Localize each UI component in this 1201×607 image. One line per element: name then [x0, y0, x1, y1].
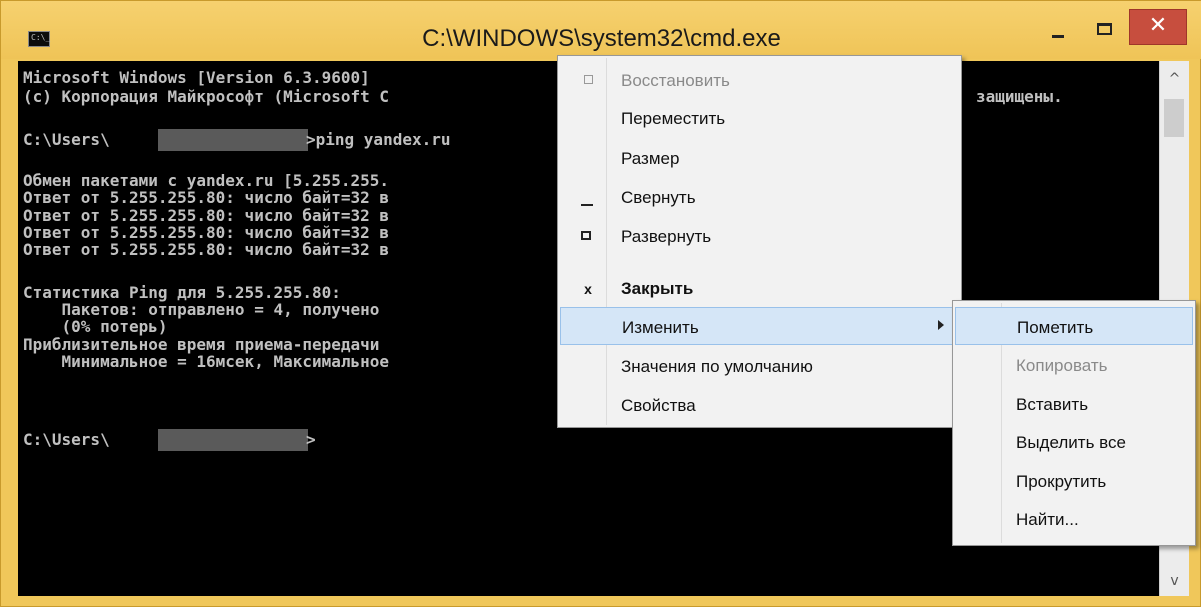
- console-line: Статистика Ping для 5.255.255.80:: [23, 283, 341, 302]
- minimize-button[interactable]: [1034, 9, 1082, 45]
- system-context-menu: Восстановить Переместить Размер Свернуть…: [557, 55, 962, 428]
- title-bar[interactable]: C:\_ C:\WINDOWS\system32\cmd.exe ✕: [1, 1, 1201, 59]
- console-line: >: [306, 430, 316, 449]
- menu-item-label: Изменить: [622, 318, 699, 337]
- submenu-item-find[interactable]: Найти...: [955, 500, 1193, 538]
- close-icon: x: [584, 281, 592, 297]
- submenu-item-label: Копировать: [1016, 356, 1108, 375]
- maximize-button[interactable]: [1083, 9, 1129, 45]
- console-line: >ping yandex.ru: [306, 130, 451, 149]
- menu-item-edit[interactable]: Изменить: [560, 307, 959, 345]
- menu-item-size[interactable]: Размер: [560, 139, 959, 177]
- menu-item-close[interactable]: x Закрыть: [560, 269, 959, 307]
- chevron-right-icon: [938, 320, 944, 330]
- console-line: Ответ от 5.255.255.80: число байт=32 в: [23, 206, 390, 225]
- submenu-item-label: Прокрутить: [1016, 472, 1107, 491]
- restore-icon: [584, 75, 593, 84]
- maximize-icon: [581, 231, 591, 240]
- menu-item-label: Развернуть: [621, 227, 712, 246]
- console-line: Обмен пакетами с yandex.ru [5.255.255.: [23, 171, 390, 190]
- menu-item-label: Переместить: [621, 109, 726, 128]
- menu-item-move[interactable]: Переместить: [560, 99, 959, 137]
- submenu-item-copy[interactable]: Копировать: [955, 346, 1193, 384]
- console-line: Ответ от 5.255.255.80: число байт=32 в: [23, 223, 390, 242]
- submenu-item-paste[interactable]: Вставить: [955, 385, 1193, 423]
- console-line: Пакетов: отправлено = 4, получено: [23, 300, 380, 319]
- minimize-icon: [1052, 35, 1064, 38]
- scrollbar-thumb[interactable]: [1164, 99, 1184, 137]
- submenu-item-mark[interactable]: Пометить: [955, 307, 1193, 345]
- menu-item-label: Закрыть: [621, 279, 694, 298]
- console-line: Microsoft Windows [Version 6.3.9600]: [23, 68, 370, 87]
- menu-item-label: Значения по умолчанию: [621, 357, 813, 376]
- minimize-icon: [581, 204, 593, 206]
- submenu-item-label: Выделить все: [1016, 433, 1126, 452]
- menu-item-label: Размер: [621, 149, 680, 168]
- menu-item-label: Свойства: [621, 396, 696, 415]
- maximize-icon: [1097, 23, 1112, 35]
- console-line: Минимальное = 16мсек, Максимальное: [23, 352, 390, 371]
- chevron-up-icon[interactable]: ^: [1160, 64, 1189, 94]
- console-line: Ответ от 5.255.255.80: число байт=32 в: [23, 240, 390, 259]
- menu-item-restore[interactable]: Восстановить: [560, 61, 959, 99]
- menu-item-defaults[interactable]: Значения по умолчанию: [560, 347, 959, 385]
- redacted-username: [158, 429, 308, 451]
- close-icon: ✕: [1148, 13, 1168, 38]
- submenu-item-label: Вставить: [1016, 395, 1089, 414]
- redacted-username: [158, 129, 308, 151]
- menu-item-properties[interactable]: Свойства: [560, 386, 959, 424]
- console-line: (0% потерь): [23, 317, 168, 336]
- submenu-item-label: Пометить: [1017, 318, 1094, 337]
- close-button[interactable]: ✕: [1129, 9, 1187, 45]
- submenu-item-label: Найти...: [1016, 510, 1079, 529]
- menu-item-minimize[interactable]: Свернуть: [560, 178, 959, 216]
- console-line: защищены.: [976, 87, 1063, 106]
- menu-item-label: Восстановить: [621, 71, 730, 90]
- console-line: Приблизительное время приема-передачи: [23, 335, 380, 354]
- console-line: (c) Корпорация Майкрософт (Microsoft C: [23, 87, 390, 106]
- edit-submenu: Пометить Копировать Вставить Выделить вс…: [952, 300, 1196, 546]
- console-line: C:\Users\: [23, 130, 110, 149]
- console-line: C:\Users\: [23, 430, 110, 449]
- menu-item-label: Свернуть: [621, 188, 696, 207]
- submenu-item-scroll[interactable]: Прокрутить: [955, 462, 1193, 500]
- console-line: Ответ от 5.255.255.80: число байт=32 в: [23, 188, 390, 207]
- window-title: C:\WINDOWS\system32\cmd.exe: [422, 25, 781, 52]
- chevron-down-icon[interactable]: v: [1160, 566, 1189, 596]
- submenu-item-select-all[interactable]: Выделить все: [955, 423, 1193, 461]
- menu-item-maximize[interactable]: Развернуть: [560, 217, 959, 255]
